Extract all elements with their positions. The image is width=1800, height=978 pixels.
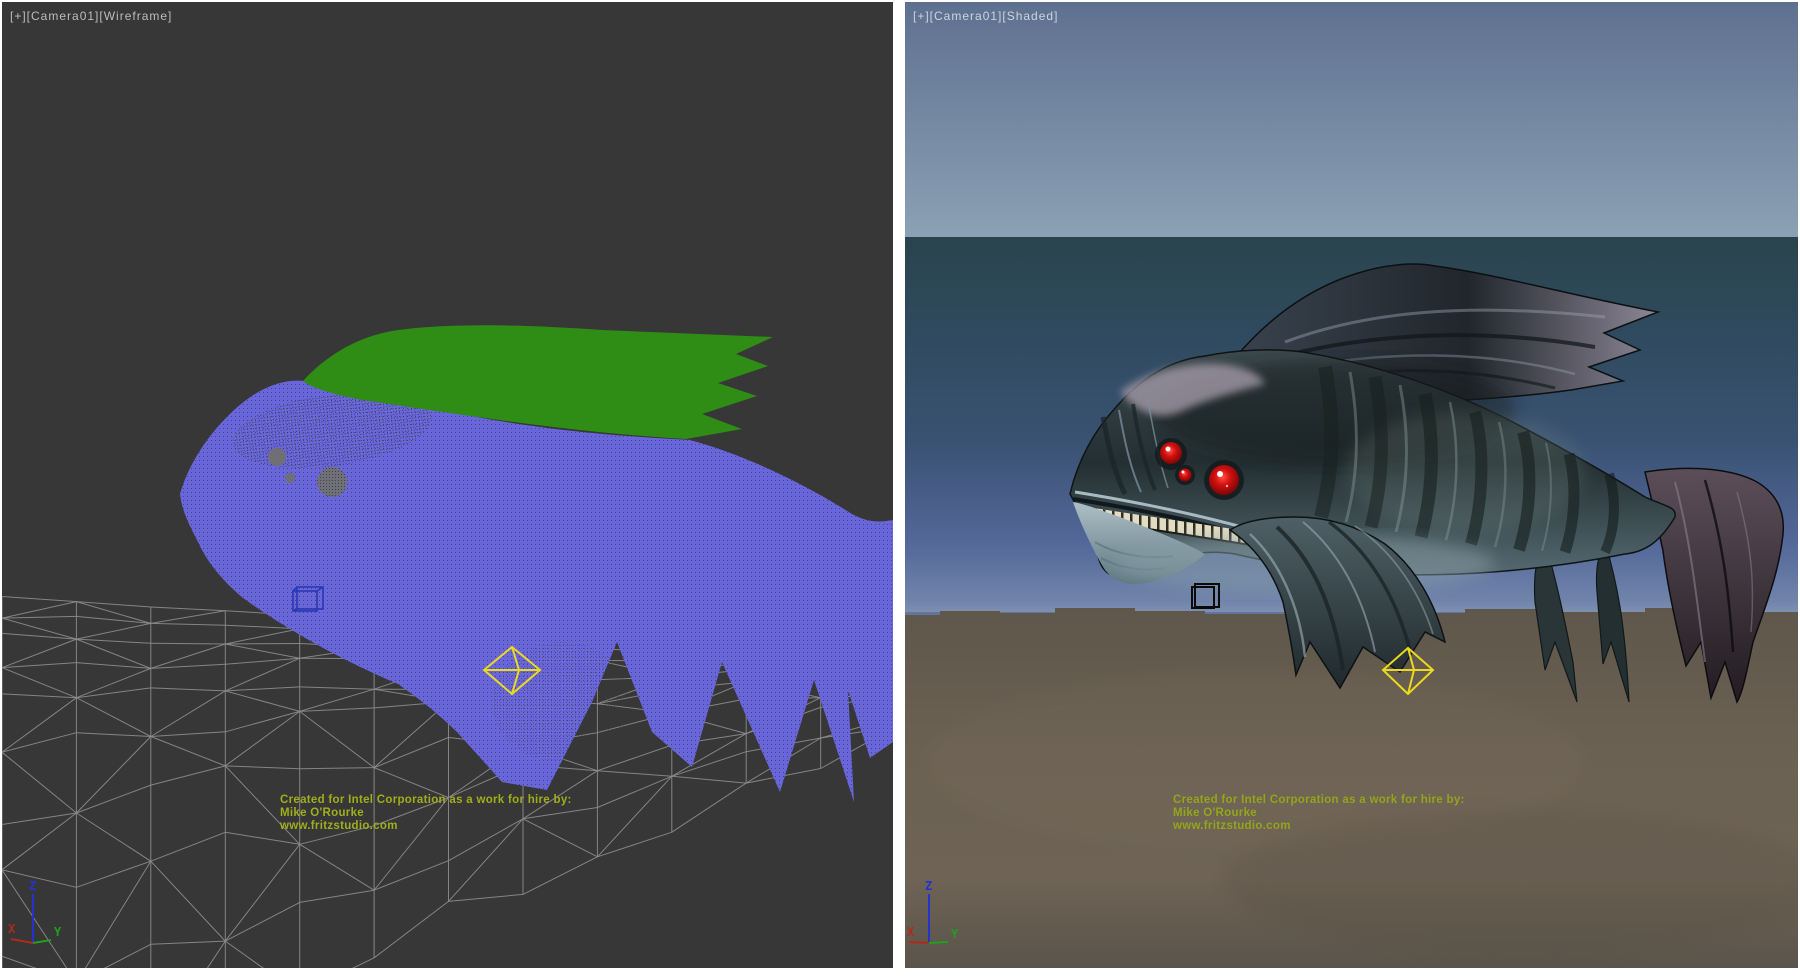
world-axis-tripod: Z X Y xyxy=(8,879,62,943)
axis-z-label: Z xyxy=(925,879,932,893)
watermark-line3: www.fritzstudio.com xyxy=(1173,820,1465,833)
fish-wireframe-object[interactable] xyxy=(180,380,893,802)
eye-sphere-dots xyxy=(317,467,347,497)
sky xyxy=(905,2,1798,237)
eye-sphere-wire-small xyxy=(285,473,295,483)
sand-dark-streak xyxy=(1225,812,1798,952)
eye-sphere-wire xyxy=(268,448,286,466)
watermark: Created for Intel Corporation as a work … xyxy=(280,794,572,833)
app-window: { "viewports": { "left": { "label": "[+]… xyxy=(0,0,1800,978)
axis-z-label: Z xyxy=(29,879,36,893)
axis-x-label: X xyxy=(8,922,16,936)
axis-y-label: Y xyxy=(54,925,62,939)
watermark-line3: www.fritzstudio.com xyxy=(280,820,572,833)
watermark-line2: Mike O'Rourke xyxy=(1173,807,1465,820)
fin-shading-dots xyxy=(492,642,632,762)
viewport-wireframe[interactable]: Z X Y [+][Camera01][Wireframe] Created f… xyxy=(2,2,893,968)
axis-y-label: Y xyxy=(951,927,959,941)
red-eye-small xyxy=(1179,469,1192,482)
viewport-label-wireframe[interactable]: [+][Camera01][Wireframe] xyxy=(10,9,172,23)
viewport-shaded[interactable]: Z X Y [+][Camera01][Shaded] Created for … xyxy=(905,2,1798,968)
viewport-label-shaded[interactable]: [+][Camera01][Shaded] xyxy=(913,9,1058,23)
axis-x-label: X xyxy=(907,925,915,939)
watermark-line1: Created for Intel Corporation as a work … xyxy=(280,794,572,807)
watermark-line1: Created for Intel Corporation as a work … xyxy=(1173,794,1465,807)
red-eye xyxy=(1160,442,1182,464)
red-eye-big xyxy=(1209,465,1239,495)
watermark: Created for Intel Corporation as a work … xyxy=(1173,794,1465,833)
watermark-line2: Mike O'Rourke xyxy=(280,807,572,820)
